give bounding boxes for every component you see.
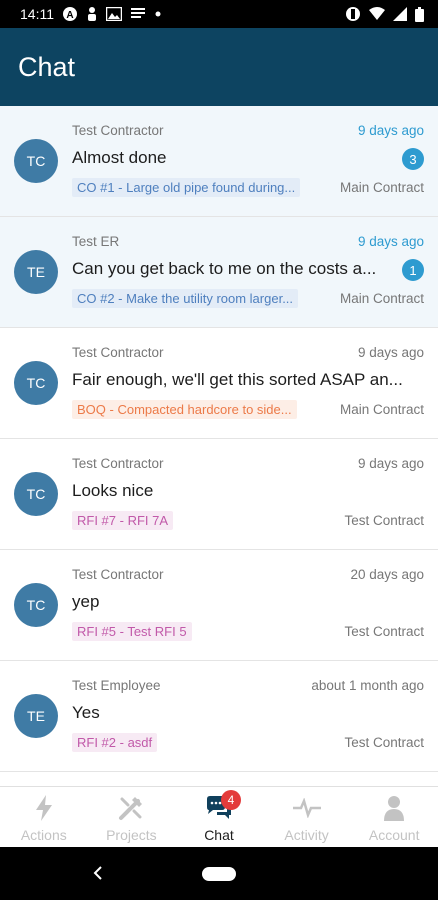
home-pill[interactable] — [202, 867, 236, 881]
unread-count-badge: 3 — [402, 148, 424, 170]
lightning-icon — [30, 794, 58, 822]
contract-name: Test Contract — [344, 513, 424, 528]
chat-bubbles-icon: 4 — [205, 790, 241, 822]
topic-tag: RFI #2 - asdf — [72, 733, 158, 752]
nav-label: Actions — [20, 827, 67, 843]
conversation-row[interactable]: TE Test ER 9 days ago Can you get back t… — [0, 217, 438, 328]
chat-count-badge: 4 — [220, 790, 241, 810]
message-preview: Yes — [72, 703, 100, 722]
vibrate-icon — [345, 6, 361, 22]
nav-label: Projects — [106, 827, 157, 843]
nav-projects[interactable]: Projects — [88, 787, 176, 847]
photo-icon — [106, 7, 122, 21]
conversation-row[interactable]: TE Test Employee about 1 month ago Yes R… — [0, 661, 438, 772]
nav-account[interactable]: Account — [350, 787, 438, 847]
contract-name: Test Contract — [344, 735, 424, 750]
system-nav-bar — [0, 847, 438, 900]
nav-chat[interactable]: 4 Chat — [175, 787, 263, 847]
page-title: Chat — [18, 51, 76, 82]
sender-name: Test ER — [72, 234, 120, 249]
status-time: 14:11 — [20, 6, 54, 22]
status-right — [345, 6, 424, 22]
avatar: TC — [14, 583, 58, 627]
timestamp: 20 days ago — [350, 567, 424, 582]
back-chevron-icon[interactable] — [88, 863, 108, 883]
battery-icon — [415, 6, 424, 22]
sender-name: Test Contractor — [72, 345, 164, 360]
timestamp: about 1 month ago — [311, 678, 424, 693]
avatar: TE — [14, 250, 58, 294]
contract-name: Main Contract — [339, 291, 424, 306]
status-bar: 14:11 A — [0, 0, 438, 28]
topic-tag: RFI #7 - RFI 7A — [72, 511, 174, 530]
timestamp: 9 days ago — [357, 123, 424, 138]
unread-count-badge: 1 — [402, 259, 424, 281]
wifi-icon — [369, 7, 385, 21]
pulse-icon — [292, 794, 321, 822]
avatar: TE — [14, 694, 58, 738]
topic-tag: BOQ - Compacted hardcore to side... — [72, 400, 297, 419]
person-icon — [86, 6, 98, 22]
timestamp: 9 days ago — [357, 345, 424, 360]
dot-icon — [154, 10, 162, 18]
status-left: 14:11 A — [20, 6, 162, 22]
conversation-row[interactable]: TC Test Contractor 20 days ago yep RFI #… — [0, 550, 438, 661]
contract-name: Main Contract — [339, 180, 424, 195]
avatar: TC — [14, 361, 58, 405]
topic-tag: CO #2 - Make the utility room larger... — [72, 289, 299, 308]
person-icon — [380, 794, 408, 822]
timestamp: 9 days ago — [357, 456, 424, 471]
a-circle-icon: A — [62, 6, 78, 22]
bottom-nav: Actions Projects 4 Chat Activity Account — [0, 786, 438, 847]
sender-name: Test Contractor — [72, 456, 164, 471]
timestamp: 9 days ago — [357, 234, 424, 249]
tools-icon — [117, 794, 145, 822]
message-preview: Almost done — [72, 148, 167, 167]
message-preview: yep — [72, 592, 100, 611]
nav-label: Activity — [284, 827, 329, 843]
signal-icon — [393, 7, 407, 21]
conversation-row[interactable]: TC Test Contractor 9 days ago Almost don… — [0, 106, 438, 217]
message-preview: Looks nice — [72, 481, 154, 500]
conversation-row[interactable]: TC Test Contractor 9 days ago Looks nice… — [0, 439, 438, 550]
contract-name: Test Contract — [344, 624, 424, 639]
conversation-row[interactable]: TC Test Contractor 9 days ago Fair enoug… — [0, 328, 438, 439]
nav-label: Account — [368, 827, 420, 843]
message-preview: Fair enough, we'll get this sorted ASAP … — [72, 370, 403, 389]
sender-name: Test Contractor — [72, 567, 164, 582]
topic-tag: CO #1 - Large old pipe found during... — [72, 178, 301, 197]
message-preview: Can you get back to me on the costs a... — [72, 259, 377, 278]
conversation-list[interactable]: TC Test Contractor 9 days ago Almost don… — [0, 106, 438, 786]
svg-text:A: A — [66, 10, 73, 21]
nav-actions[interactable]: Actions — [0, 787, 88, 847]
sender-name: Test Contractor — [72, 123, 164, 138]
nav-activity[interactable]: Activity — [263, 787, 351, 847]
notes-icon — [130, 7, 146, 21]
contract-name: Main Contract — [339, 402, 424, 417]
sender-name: Test Employee — [72, 678, 161, 693]
app-header: Chat — [0, 28, 438, 106]
nav-label: Chat — [204, 827, 234, 843]
avatar: TC — [14, 472, 58, 516]
topic-tag: RFI #5 - Test RFI 5 — [72, 622, 192, 641]
avatar: TC — [14, 139, 58, 183]
